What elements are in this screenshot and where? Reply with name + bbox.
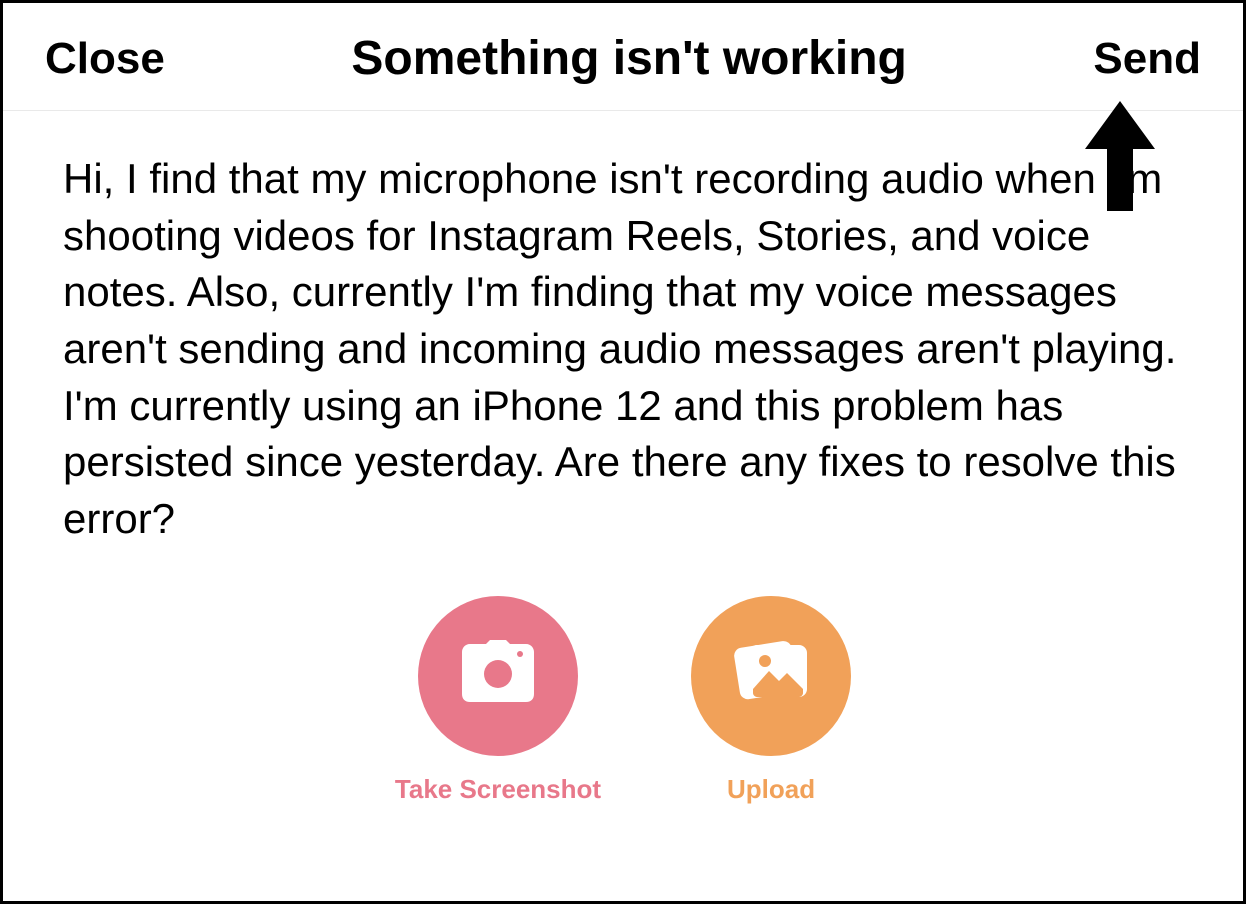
camera-icon — [460, 640, 536, 711]
take-screenshot-label: Take Screenshot — [395, 774, 601, 805]
header-bar: Close Something isn't working Send — [3, 3, 1243, 111]
attachment-actions: Take Screenshot Upload — [3, 596, 1243, 805]
close-button[interactable]: Close — [45, 34, 165, 84]
take-screenshot-button[interactable]: Take Screenshot — [395, 596, 601, 805]
report-problem-screen: Close Something isn't working Send Hi, I… — [0, 0, 1246, 904]
gallery-icon — [729, 635, 813, 716]
upload-button[interactable]: Upload — [691, 596, 851, 805]
upload-circle — [691, 596, 851, 756]
feedback-textarea[interactable]: Hi, I find that my microphone isn't reco… — [3, 111, 1243, 548]
page-title: Something isn't working — [165, 31, 1094, 86]
screenshot-circle — [418, 596, 578, 756]
upload-label: Upload — [727, 774, 815, 805]
send-button[interactable]: Send — [1093, 34, 1201, 84]
